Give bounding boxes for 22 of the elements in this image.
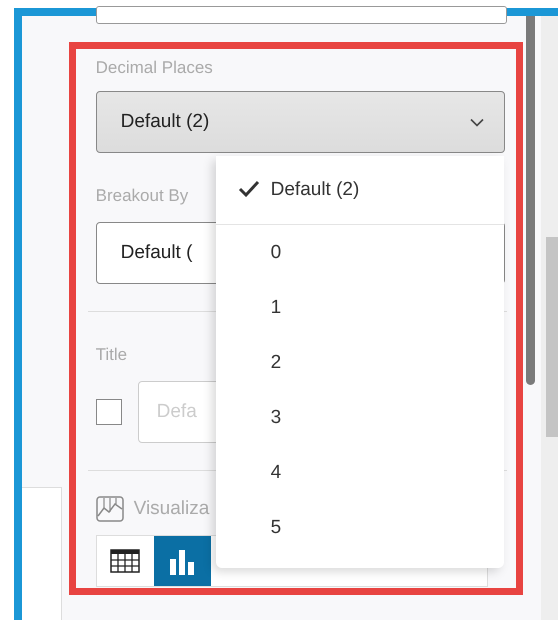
select-field[interactable]: Default (2) [96,91,505,153]
chevron-icon [470,118,484,126]
input-field[interactable] [96,6,507,24]
menu-item[interactable]: Default (2) [216,156,504,225]
chart-icon [96,496,124,522]
checkbox[interactable] [96,399,122,425]
field-label: Title [96,344,128,366]
bar-chart-icon [168,547,196,575]
menu-item[interactable]: 1 [216,280,504,335]
section-label: Visualiza [134,498,210,520]
checkmark-icon [238,180,260,198]
scrollbar-thumb[interactable] [526,16,536,385]
field-label: Breakout By [96,185,188,207]
menu-item[interactable]: 3 [216,390,504,445]
menu-item[interactable]: 5 [216,500,504,555]
table-icon [110,549,140,573]
scrollbar-thumb[interactable] [546,237,558,437]
field-label: Decimal Places [96,57,213,79]
menu-item[interactable]: 4 [216,445,504,500]
menu-item[interactable]: 0 [216,225,504,280]
bar-chart-button[interactable] [154,536,211,586]
menu-item[interactable]: 2 [216,335,504,390]
